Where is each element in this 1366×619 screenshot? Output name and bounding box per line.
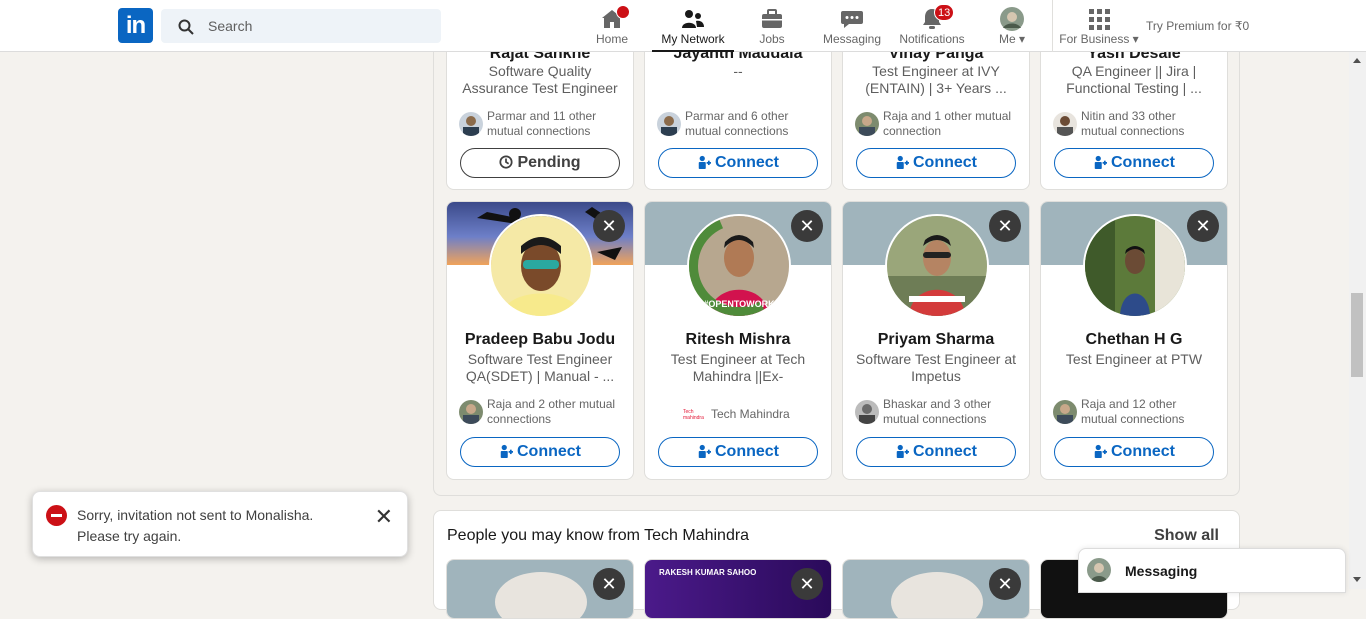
person-headline: Test Engineer at PTW [1065,351,1203,367]
person-card[interactable]: RAKESH KUMAR SAHOO ✕ [644,559,832,619]
nav-messaging-label: Messaging [822,32,882,46]
toast-message-line2: Please try again. [77,528,182,544]
mutual-text: Bhaskar and 3 other mutual connections [883,397,992,426]
page-scrollbar[interactable] [1349,52,1366,589]
add-person-icon [698,444,711,458]
dismiss-button[interactable]: ✕ [791,210,823,242]
person-card[interactable]: ✕ Priyam Sharma Software Test Engineer a… [842,201,1030,480]
chat-icon [841,11,863,28]
show-all-button[interactable]: Show all [1154,527,1219,545]
grid-apps-icon [1089,9,1110,30]
scroll-down-arrow[interactable] [1353,577,1361,582]
mutual-connections: Raja and 2 other mutual connections [459,397,621,429]
dismiss-button[interactable]: ✕ [1187,210,1219,242]
search-icon [178,19,194,35]
mutual-connections: Raja and 12 other mutual connections [1053,397,1215,429]
nav-my-network-label: My Network [661,32,725,46]
messaging-overlay[interactable]: Messaging [1078,548,1346,593]
person-headline: Test Engineer at Tech Mahindra ||Ex-Cogn… [670,351,806,384]
briefcase-icon [762,9,782,28]
toast-message: Sorry, invitation not sent to Monalisha.… [77,505,347,547]
connect-button[interactable]: Connect [658,437,818,467]
nav-notifications-label: Notifications [899,32,965,46]
person-name[interactable]: Pradeep Babu Jodu [447,331,633,349]
nav-messaging[interactable]: Messaging [820,0,884,52]
section-title: People you may know from Tech Mahindra [447,527,750,544]
messaging-label: Messaging [1125,563,1198,579]
person-card[interactable]: #OPENTOWORK ✕ Ritesh Mishra Test Enginee… [644,201,832,480]
nav-jobs-label: Jobs [759,32,785,46]
nav-my-network[interactable]: My Network [652,0,734,52]
linkedin-logo[interactable]: in [118,8,153,43]
home-dot-badge [616,5,630,19]
connect-button[interactable]: Connect [1054,437,1214,467]
nav-for-business[interactable]: For Business ▾ [1058,0,1140,52]
nav-jobs[interactable]: Jobs [752,0,792,52]
person-name[interactable]: Priyam Sharma [843,331,1029,349]
company-name: Tech Mahindra [711,407,790,421]
profile-photo[interactable] [1083,214,1187,318]
nav-notifications[interactable]: 13 Notifications [896,0,968,52]
banner-text: RAKESH KUMAR SAHOO [659,568,757,577]
connect-label: Connect [913,443,977,460]
nav-me[interactable]: Me ▾ [992,0,1032,52]
company-insight: Tech mahindra Tech Mahindra [657,407,819,425]
opentowork-badge-text: #OPENTOWORK [703,299,775,309]
mutual-avatar [855,400,879,424]
dismiss-button[interactable]: ✕ [989,568,1021,600]
connect-button[interactable]: Connect [856,437,1016,467]
try-premium-link[interactable]: Try Premium for ₹0 [1146,19,1249,33]
close-icon[interactable]: ✕ [375,504,393,530]
people-icon [682,10,704,28]
profile-photo[interactable] [885,214,989,318]
dismiss-button[interactable]: ✕ [593,568,625,600]
scroll-up-arrow[interactable] [1353,58,1361,63]
mutual-text: Raja and 12 other mutual connections [1081,397,1185,426]
nav-me-label: Me [998,32,1016,46]
dismiss-button[interactable]: ✕ [989,210,1021,242]
add-person-icon [1094,444,1107,458]
search-input[interactable] [208,9,428,43]
mutual-avatar [1053,400,1077,424]
profile-photo[interactable] [489,214,593,318]
dismiss-button[interactable]: ✕ [593,210,625,242]
person-headline: Software Test Engineer QA(SDET) | Manual… [465,351,615,384]
profile-avatar-icon [1000,7,1024,31]
connect-label: Connect [1111,443,1175,460]
person-card[interactable]: ✕ [446,559,634,619]
mutual-avatar [459,400,483,424]
person-card[interactable]: ✕ Pradeep Babu Jodu Software Test Engine… [446,201,634,480]
person-card[interactable]: ✕ [842,559,1030,619]
connect-button[interactable]: Connect [460,437,620,467]
mutual-connections: Bhaskar and 3 other mutual connections [855,397,1017,429]
search-box[interactable] [161,9,441,43]
mutual-text: Raja and 2 other mutual connections [487,397,616,426]
person-name[interactable]: Chethan H G [1041,331,1227,349]
error-toast: Sorry, invitation not sent to Monalisha.… [32,491,408,557]
nav-home-label: Home [595,32,628,46]
nav-home[interactable]: Home [590,0,634,52]
error-icon [46,505,67,526]
profile-avatar-icon [1087,558,1111,582]
connect-label: Connect [715,443,779,460]
chevron-down-icon: ▾ [1018,32,1026,46]
add-person-icon [500,444,513,458]
person-name[interactable]: Ritesh Mishra [645,331,831,349]
chevron-down-icon: ▾ [1132,32,1139,46]
tech-mahindra-logo: Tech mahindra [683,409,704,421]
toast-message-line1: Sorry, invitation not sent to Monalisha. [77,507,314,523]
scrollbar-thumb[interactable] [1351,293,1363,377]
notifications-count-badge: 13 [934,4,955,21]
connect-label: Connect [517,443,581,460]
person-headline: Software Test Engineer at Impetus [855,351,1017,384]
nav-divider [1052,0,1053,52]
add-person-icon [896,444,909,458]
person-card[interactable]: ✕ Chethan H G Test Engineer at PTW Raja … [1040,201,1228,480]
global-nav: in Home My Network Jobs Messaging 13 Not… [0,0,1366,52]
dismiss-button[interactable]: ✕ [791,568,823,600]
nav-for-business-label: For Business [1059,32,1130,46]
profile-photo[interactable]: #OPENTOWORK [687,214,791,318]
